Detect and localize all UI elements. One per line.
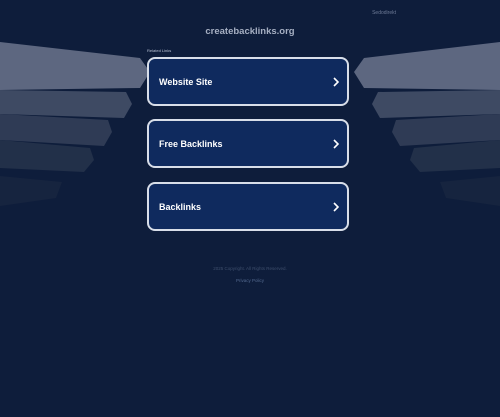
link-label: Free Backlinks <box>159 138 223 149</box>
domain-title: createbacklinks.org <box>205 26 295 37</box>
top-right-link[interactable]: Sedodirekt <box>372 10 396 16</box>
link-label: Backlinks <box>159 201 202 212</box>
chevron-right-icon <box>333 138 339 149</box>
chevron-right-icon <box>333 201 339 212</box>
link-website-site[interactable]: Website Site <box>147 57 349 106</box>
chevron-right-icon <box>333 76 339 87</box>
copyright-text: 2025 Copyright. All Rights Reserved. <box>213 266 287 271</box>
link-label: Website Site <box>159 76 213 87</box>
privacy-policy-link[interactable]: Privacy Policy <box>0 278 500 283</box>
link-backlinks[interactable]: Backlinks <box>147 182 349 231</box>
link-free-backlinks[interactable]: Free Backlinks <box>147 119 349 168</box>
related-links-label: Related Links <box>147 48 172 53</box>
